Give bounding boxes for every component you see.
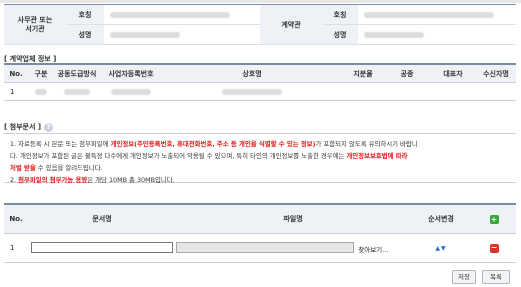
save-button[interactable]: 저장 bbox=[452, 270, 476, 284]
top-strip bbox=[0, 0, 521, 3]
contract-name-value bbox=[358, 24, 516, 45]
col-biz-number: 사업자등록번호 bbox=[100, 64, 162, 83]
col-type: 구분 bbox=[28, 64, 54, 83]
att-row-no: 1 bbox=[4, 233, 28, 263]
officer-role-label: 사무관 또는 서기관 bbox=[4, 4, 66, 45]
attachment-header-row: No. 문서명 파일명 순서변경 + bbox=[4, 204, 516, 234]
browse-button[interactable]: 찾아보기... bbox=[358, 246, 388, 254]
help-icon[interactable]: ? bbox=[44, 122, 54, 132]
attachment-notice: 1. 자료등록 시 본문 또는 첨부파일에 개인정보(주민등록번호, 휴대전화번… bbox=[4, 133, 516, 184]
remove-row-icon[interactable]: − bbox=[489, 243, 499, 253]
col-no: No. bbox=[4, 64, 28, 83]
att-col-no: No. bbox=[4, 204, 28, 234]
officer-title-value bbox=[104, 4, 260, 25]
document-name-input[interactable] bbox=[31, 242, 173, 253]
officer-info-table: 사무관 또는 서기관 호칭 계약관 호칭 성명 성명 bbox=[4, 4, 516, 45]
col-joint-method: 공동도급방식 bbox=[54, 64, 100, 83]
table-row[interactable]: 1 bbox=[4, 82, 516, 101]
add-row-icon[interactable]: + bbox=[489, 214, 499, 224]
col-recipient: 수신자명 bbox=[476, 64, 516, 83]
list-button[interactable]: 목록 bbox=[482, 270, 510, 284]
attachment-table: No. 문서명 파일명 순서변경 + 1 찾아보기... ▲▼ − bbox=[4, 203, 516, 263]
notice-line-1: 1. 자료등록 시 본문 또는 첨부파일에 개인정보(주민등록번호, 휴대전화번… bbox=[10, 140, 418, 148]
notice-line-3: 처벌 받을 수 있음을 알려드립니다. bbox=[10, 164, 103, 172]
col-company-name: 상호명 bbox=[162, 64, 342, 83]
officer-name-label: 성명 bbox=[66, 24, 104, 45]
att-col-add: + bbox=[472, 204, 516, 234]
table-row: 1 찾아보기... ▲▼ − bbox=[4, 233, 516, 263]
notice-line-4: 2. 첨부파일의 첨부가능 용량은 개당 10MB 총 30MB입니다. bbox=[10, 176, 175, 184]
officer-title-label: 호칭 bbox=[66, 4, 104, 25]
col-representative: 대표자 bbox=[430, 64, 476, 83]
att-col-file-name: 파일명 bbox=[176, 204, 410, 234]
row-no: 1 bbox=[4, 82, 28, 101]
contract-name-label: 성명 bbox=[322, 24, 358, 45]
attachments-title-text: [ 첨부문서 ] bbox=[4, 123, 42, 131]
officer-name-value bbox=[104, 24, 260, 45]
contract-officer-label: 계약관 bbox=[260, 4, 322, 45]
att-col-doc-name: 문서명 bbox=[28, 204, 176, 234]
att-col-order: 순서변경 bbox=[410, 204, 472, 234]
notice-line-2: 다. 개인정보가 포함된 글은 불특정 다수에게 개인정보가 노출되어 악용될 … bbox=[10, 152, 408, 160]
contractor-header-row: No. 구분 공동도급방식 사업자등록번호 상호명 지분율 공종 대표자 수신자… bbox=[4, 64, 516, 83]
contract-title-value bbox=[358, 4, 516, 25]
contract-title-label: 호칭 bbox=[322, 4, 358, 25]
order-arrows-icon[interactable]: ▲▼ bbox=[435, 245, 446, 252]
contractor-table: No. 구분 공동도급방식 사업자등록번호 상호명 지분율 공종 대표자 수신자… bbox=[4, 63, 516, 101]
col-work-type: 공종 bbox=[384, 64, 430, 83]
attachments-section-title: [ 첨부문서 ]? bbox=[4, 122, 54, 132]
col-share: 지분율 bbox=[342, 64, 384, 83]
file-path-field bbox=[176, 242, 354, 253]
